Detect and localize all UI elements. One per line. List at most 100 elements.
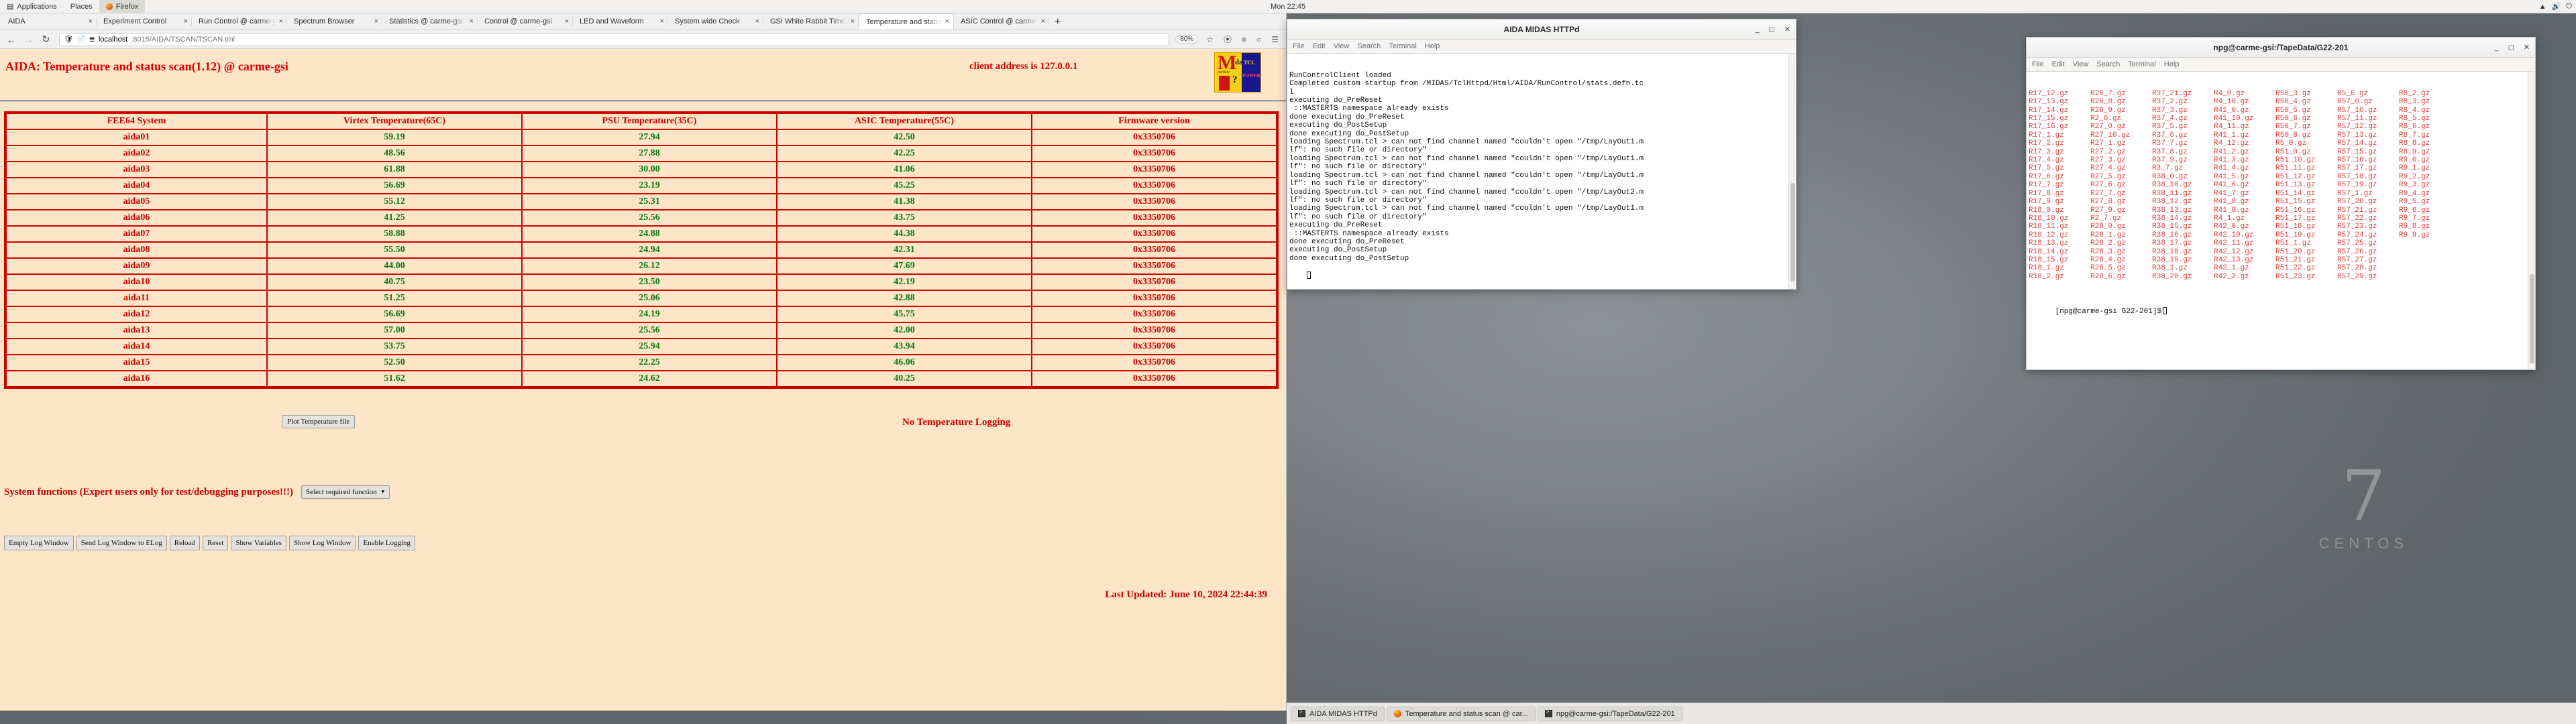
terminal-window-midas-httpd[interactable]: AIDA MIDAS HTTPd _ ◻ ✕ File Edit View Se… — [1287, 19, 1796, 290]
menu-view[interactable]: View — [2073, 60, 2089, 68]
reload-button[interactable]: Reload — [169, 536, 200, 550]
browser-tab-statistics[interactable]: Statistics @ carme-gsi × — [382, 13, 478, 29]
file-entry: R57_23.gz — [2337, 223, 2377, 231]
terminal-window-npg[interactable]: npg@carme-gsi:/TapeData/G22-201 _ ◻ ✕ Fi… — [2026, 37, 2536, 370]
browser-tab-gsi-white-rabbit[interactable]: GSI White Rabbit Time × — [763, 13, 859, 29]
browser-tab-control[interactable]: Control @ carme-gsi × — [478, 13, 573, 29]
new-tab-button[interactable]: + — [1049, 16, 1066, 29]
menu-edit[interactable]: Edit — [2052, 60, 2065, 68]
plot-temperature-file-button[interactable]: Plot Temperature file — [282, 415, 356, 428]
menu-view[interactable]: View — [1334, 42, 1350, 50]
browser-tab-led-waveform[interactable]: LED and Waveform × — [573, 13, 668, 29]
close-tab-icon[interactable]: × — [1041, 17, 1045, 25]
menu-search[interactable]: Search — [1357, 42, 1381, 50]
terminal-output-midas[interactable]: RunControlClient loaded Completed custom … — [1287, 54, 1796, 289]
applications-menu[interactable]: ▤ Applications — [0, 0, 64, 13]
back-button[interactable]: ← — [5, 34, 17, 45]
close-tab-icon[interactable]: × — [565, 17, 569, 25]
close-tab-icon[interactable]: × — [851, 17, 855, 25]
close-tab-icon[interactable]: × — [184, 17, 188, 25]
browser-tab-aida[interactable]: AIDA × — [1, 13, 97, 29]
close-tab-icon[interactable]: × — [89, 17, 93, 25]
file-entry: R4_1.gz — [2214, 214, 2245, 223]
menu-edit[interactable]: Edit — [1313, 42, 1326, 50]
close-tab-icon[interactable]: × — [374, 17, 378, 25]
close-tab-icon[interactable]: × — [755, 17, 759, 25]
close-icon[interactable]: ✕ — [1784, 25, 1790, 34]
firefox-app-menu[interactable]: Firefox — [99, 0, 146, 13]
menu-help[interactable]: Help — [2164, 60, 2180, 68]
account-icon[interactable]: ○ — [1254, 35, 1263, 44]
empty-log-window-button[interactable]: Empty Log Window — [4, 536, 74, 550]
enable-logging-button[interactable]: Enable Logging — [358, 536, 416, 550]
send-log-window-to-elog-button[interactable]: Send Log Window to ELog — [76, 536, 167, 550]
cell-system: aida03 — [5, 161, 268, 178]
network-icon[interactable]: ▲ — [2539, 3, 2546, 11]
file-entry: R57_20.gz — [2337, 198, 2377, 206]
file-entry: R41_2.gz — [2214, 147, 2249, 156]
menu-terminal[interactable]: Terminal — [1389, 42, 1417, 50]
star-icon[interactable]: ☆ — [1204, 35, 1216, 44]
taskbar-item-temperature-scan[interactable]: Temperature and status scan @ car... — [1386, 706, 1536, 721]
close-tab-icon[interactable]: × — [660, 17, 664, 25]
midas-logo-sub: particle — [1218, 70, 1230, 74]
terminal-title-bar[interactable]: npg@carme-gsi:/TapeData/G22-201 _ ◻ ✕ — [2027, 38, 2535, 58]
menu-terminal[interactable]: Terminal — [2128, 60, 2156, 68]
browser-tab-asic-control[interactable]: ASIC Control @ carme-gsi × — [954, 13, 1049, 29]
file-entry: R27_8.gz — [2090, 198, 2126, 206]
hamburger-icon[interactable]: ☰ — [1269, 35, 1281, 44]
taskbar-item-label: AIDA MIDAS HTTPd — [1309, 709, 1377, 718]
system-functions-select[interactable]: Select required function ▼ — [301, 485, 390, 499]
terminal-icon — [1544, 709, 1552, 717]
file-entry: R57_24.gz — [2337, 231, 2377, 239]
terminal-scrollbar[interactable] — [2528, 72, 2535, 369]
terminal-output-npg[interactable]: R17_12.gz R26_7.gz R37_21.gz R4_0.gz R50_3.g… — [2027, 72, 2535, 369]
reload-button[interactable]: ↻ — [40, 34, 52, 45]
taskbar-item-npg-terminal[interactable]: npg@carme-gsi:/TapeData/G22-201 — [1537, 706, 1682, 721]
close-icon[interactable]: ✕ — [2524, 43, 2530, 52]
menu-search[interactable]: Search — [2096, 60, 2120, 68]
cell-system: aida06 — [5, 209, 268, 227]
menu-file[interactable]: File — [1293, 42, 1305, 50]
terminal-scrollbar[interactable] — [1788, 54, 1796, 289]
browser-tab-temperature-scan[interactable]: Temperature and status scan × — [859, 13, 954, 29]
maximize-icon[interactable]: ◻ — [1769, 25, 1775, 34]
show-log-window-button[interactable]: Show Log Window — [288, 536, 356, 550]
reader-mode-icon[interactable]: ≣ — [89, 35, 95, 44]
forward-button[interactable]: → — [23, 34, 34, 45]
power-icon[interactable]: ⏻ — [2566, 2, 2572, 11]
places-menu[interactable]: Places — [64, 0, 99, 13]
url-bar[interactable]: 🛡 📄 ≣ localhost:8015/AIDA/TSCAN/TSCAN.tm… — [59, 32, 1170, 46]
browser-tab-system-wide-check[interactable]: System wide Check × — [668, 13, 763, 29]
browser-tab-experiment-control[interactable]: Experiment Control × — [97, 13, 192, 29]
minimize-icon[interactable]: _ — [2495, 44, 2499, 52]
volume-icon[interactable]: 🔊 — [2552, 2, 2561, 11]
browser-tab-run-control[interactable]: Run Control @ carme-gsi × — [192, 13, 287, 29]
maximize-icon[interactable]: ◻ — [2508, 43, 2514, 52]
system-clock[interactable]: Mon 22:45 — [1271, 3, 1305, 11]
reset-button[interactable]: Reset — [202, 536, 229, 550]
pocket-icon[interactable]: ⦿ — [1222, 34, 1234, 45]
zoom-level-badge[interactable]: 80% — [1175, 35, 1199, 44]
terminal-title-bar[interactable]: AIDA MIDAS HTTPd _ ◻ ✕ — [1287, 19, 1796, 40]
cell-virtex-temp: 57.00 — [266, 322, 523, 339]
close-tab-icon[interactable]: × — [470, 17, 474, 25]
cell-firmware: 0x3350706 — [1031, 177, 1278, 194]
show-variables-button[interactable]: Show Variables — [231, 536, 286, 550]
file-entry: R27_6.gz — [2090, 181, 2126, 190]
file-entry: R9_5.gz — [2399, 198, 2430, 206]
menu-help[interactable]: Help — [1425, 42, 1440, 50]
window-buttons: _ ◻ ✕ — [2495, 43, 2530, 52]
close-tab-icon[interactable]: × — [945, 18, 949, 25]
file-entry: R8_6.gz — [2399, 123, 2430, 131]
close-tab-icon[interactable]: × — [279, 17, 283, 25]
shell-prompt[interactable]: [npg@carme-gsi G22-201]$ — [2029, 299, 2533, 324]
table-row: aida14 53.75 25.94 43.94 0x3350706 — [5, 338, 1278, 355]
library-icon[interactable]: ≡ — [1240, 35, 1248, 44]
file-entry: R9_1.gz — [2399, 164, 2430, 173]
browser-tab-spectrum-browser[interactable]: Spectrum Browser × — [287, 13, 382, 29]
file-entry: R42_10.gz — [2214, 231, 2254, 239]
minimize-icon[interactable]: _ — [1756, 25, 1760, 34]
menu-file[interactable]: File — [2032, 60, 2044, 68]
taskbar-item-midas-httpd[interactable]: AIDA MIDAS HTTPd — [1291, 706, 1385, 721]
